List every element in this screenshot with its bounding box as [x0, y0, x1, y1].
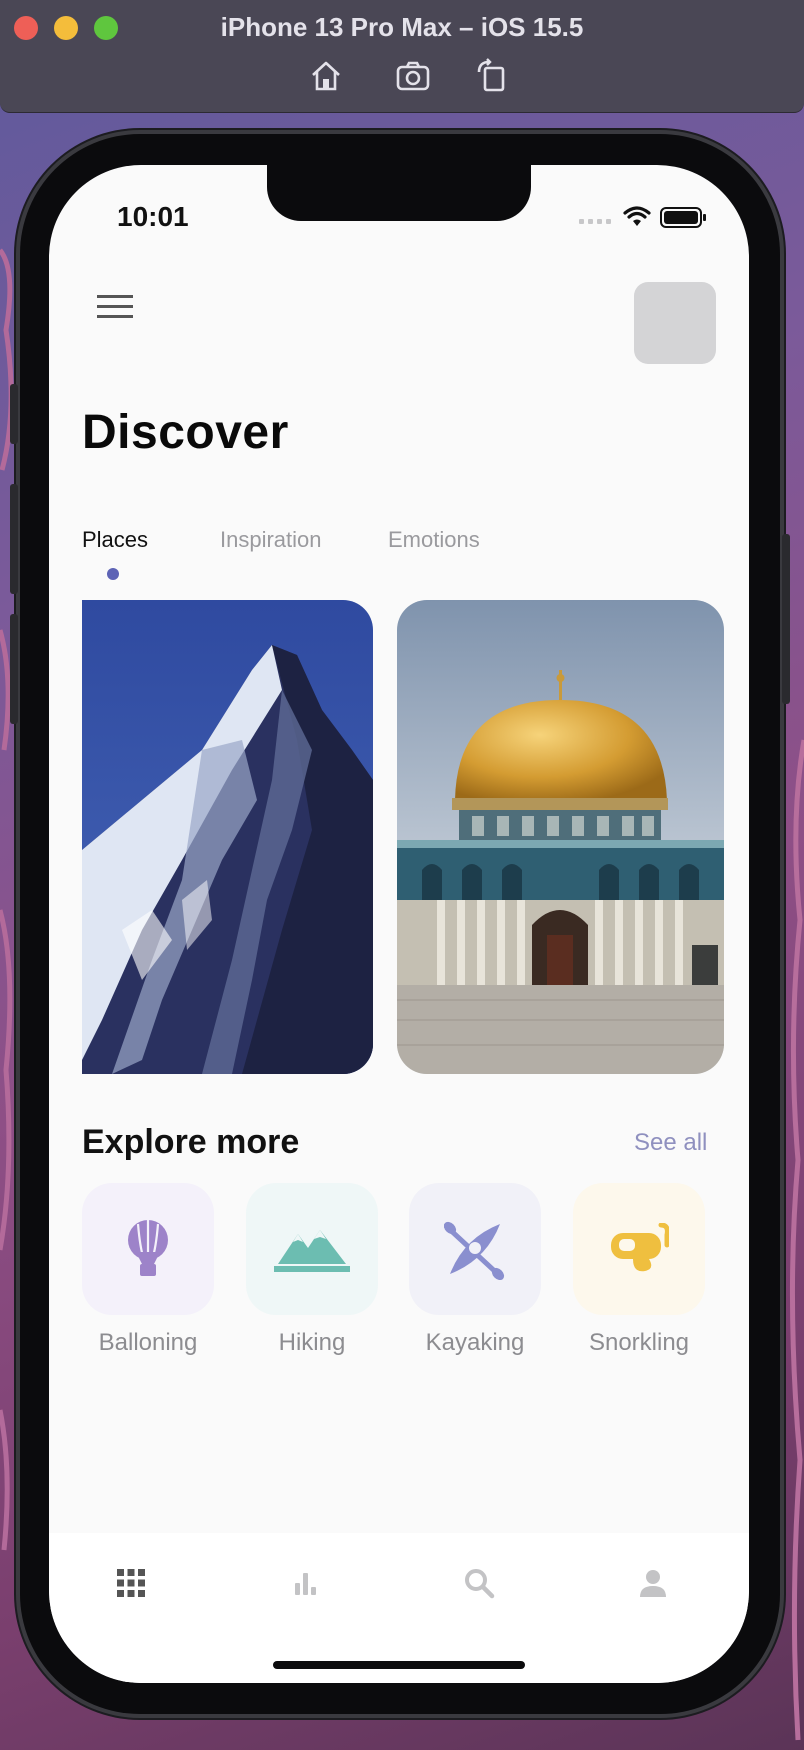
- tab-emotions[interactable]: Emotions: [388, 527, 480, 553]
- mountain-image: [82, 600, 373, 1074]
- home-icon[interactable]: [308, 58, 344, 94]
- hamburger-menu-icon[interactable]: [95, 291, 135, 323]
- mute-switch[interactable]: [10, 384, 18, 444]
- dome-building-image: [397, 600, 724, 1074]
- active-tab-indicator: [107, 568, 119, 580]
- kayak-icon: [409, 1183, 541, 1315]
- place-card-mountain[interactable]: [82, 600, 373, 1074]
- cellular-signal-icon: [579, 219, 611, 224]
- screenshot-icon[interactable]: [395, 58, 431, 94]
- avatar[interactable]: [634, 282, 716, 364]
- search-icon[interactable]: [461, 1565, 497, 1601]
- iphone-frame: 10:01 Discover Places Inspiration Emotio…: [10, 134, 790, 1714]
- tab-places[interactable]: Places: [82, 527, 148, 553]
- power-button[interactable]: [782, 534, 790, 704]
- profile-icon[interactable]: [635, 1565, 671, 1601]
- bar-chart-icon[interactable]: [287, 1565, 323, 1601]
- page-title: Discover: [82, 406, 289, 459]
- snorkel-mask-icon: [573, 1183, 705, 1315]
- grid-icon[interactable]: [113, 1565, 149, 1601]
- category-kayaking[interactable]: Kayaking: [409, 1183, 541, 1357]
- battery-icon: [660, 207, 706, 228]
- tab-bar-top: Places Inspiration Emotions: [82, 527, 702, 597]
- app-screen: 10:01 Discover Places Inspiration Emotio…: [49, 165, 749, 1683]
- category-balloning[interactable]: Balloning: [82, 1183, 214, 1357]
- category-hiking[interactable]: Hiking: [246, 1183, 378, 1357]
- see-all-link[interactable]: See all: [634, 1129, 707, 1157]
- category-snorkling[interactable]: Snorkling: [573, 1183, 705, 1357]
- volume-up-button[interactable]: [10, 484, 18, 594]
- background-foliage-right: [789, 739, 804, 1741]
- notch: [267, 165, 531, 221]
- hot-air-balloon-icon: [82, 1183, 214, 1315]
- category-label: Kayaking: [425, 1329, 525, 1356]
- tab-inspiration[interactable]: Inspiration: [220, 527, 322, 553]
- volume-down-button[interactable]: [10, 614, 18, 724]
- simulator-title-bar: iPhone 13 Pro Max – iOS 15.5: [0, 0, 804, 113]
- category-label: Hiking: [278, 1329, 346, 1356]
- wifi-icon: [623, 206, 651, 226]
- status-time: 10:01: [117, 201, 189, 232]
- status-icons: [579, 205, 709, 229]
- mountains-icon: [246, 1183, 378, 1315]
- simulator-title: iPhone 13 Pro Max – iOS 15.5: [220, 12, 584, 42]
- category-label: Balloning: [98, 1329, 198, 1356]
- rotate-icon[interactable]: [475, 58, 511, 94]
- category-label: Snorkling: [588, 1329, 690, 1356]
- explore-more-heading: Explore more: [82, 1123, 300, 1161]
- place-card-dome[interactable]: [397, 600, 724, 1074]
- home-indicator[interactable]: [273, 1661, 525, 1669]
